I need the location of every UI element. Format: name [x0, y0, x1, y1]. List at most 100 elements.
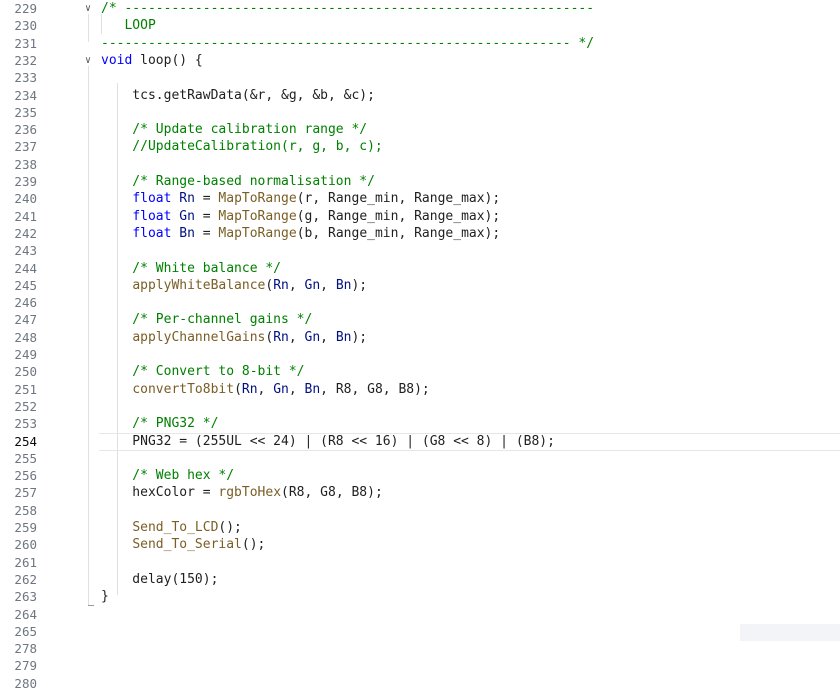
- code-line[interactable]: 253 /* PNG32 */: [0, 415, 840, 432]
- code-token: rgbToHex: [218, 485, 282, 501]
- code-token: //UpdateCalibration(r, g, b, c);: [101, 139, 383, 155]
- fold-chevron-icon[interactable]: ∨: [82, 0, 94, 17]
- code-line[interactable]: 238: [0, 156, 840, 173]
- code-token: /* Range-based normalisation */: [101, 174, 375, 189]
- line-number: 233: [14, 70, 37, 86]
- code-line[interactable]: 248 applyChannelGains(Rn, Gn, Bn);: [0, 329, 840, 346]
- code-text[interactable]: /* Per-channel gains */: [101, 311, 312, 328]
- code-text[interactable]: Send_To_Serial();: [101, 536, 265, 553]
- code-line[interactable]: 233: [0, 69, 840, 86]
- code-text[interactable]: tcs.getRawData(&r, &g, &b, &c);: [101, 87, 375, 104]
- code-text[interactable]: applyWhiteBalance(Rn, Gn, Bn);: [101, 277, 367, 294]
- code-text[interactable]: LOOP: [101, 17, 156, 34]
- code-line[interactable]: 229 ∨ /* ---------------------------------…: [0, 0, 840, 17]
- code-line[interactable]: 239 /* Range-based normalisation */: [0, 173, 840, 190]
- code-text[interactable]: ----------------------------------------…: [101, 35, 594, 52]
- minimap-viewport[interactable]: [740, 624, 840, 641]
- code-text[interactable]: hexColor = rgbToHex(R8, G8, B8);: [101, 484, 382, 501]
- code-line[interactable]: 252: [0, 398, 840, 415]
- code-token: =: [194, 208, 219, 224]
- code-text[interactable]: }: [101, 588, 109, 605]
- code-token: Bn: [304, 381, 321, 397]
- code-token: Rn: [273, 329, 289, 345]
- code-token: LOOP: [101, 18, 156, 34]
- code-line[interactable]: 261: [0, 554, 840, 571]
- code-token: );: [351, 329, 368, 345]
- code-token: Gn: [171, 208, 195, 224]
- code-line[interactable]: 260 Send_To_Serial();: [0, 536, 840, 553]
- code-line[interactable]: 257 hexColor = rgbToHex(R8, G8, B8);: [0, 484, 840, 501]
- line-number: 257: [14, 485, 37, 501]
- code-line[interactable]: 249: [0, 346, 840, 363]
- code-line[interactable]: 258: [0, 502, 840, 519]
- code-line[interactable]: 279: [0, 657, 840, 674]
- code-line[interactable]: 231 -------------------------------------…: [0, 35, 840, 52]
- code-token: Gn: [304, 329, 321, 345]
- code-token: applyChannelGains: [132, 329, 266, 345]
- code-line[interactable]: 245 applyWhiteBalance(Rn, Gn, Bn);: [0, 277, 840, 294]
- code-token: /* PNG32 */: [101, 416, 219, 432]
- code-text[interactable]: float Rn = MapToRange(r, Range_min, Rang…: [101, 190, 500, 207]
- code-editor[interactable]: 229 ∨ /* ---------------------------------…: [0, 0, 840, 700]
- code-line[interactable]: 247 /* Per-channel gains */: [0, 311, 840, 328]
- code-text[interactable]: /* White balance */: [101, 260, 281, 277]
- line-number: 242: [14, 225, 37, 241]
- code-token: Bn: [335, 329, 352, 345]
- code-line[interactable]: 251 convertTo8bit(Rn, Gn, Bn, R8, G8, B8…: [0, 381, 840, 398]
- code-line[interactable]: 263}: [0, 588, 840, 605]
- code-text[interactable]: /* -------------------------------------…: [101, 0, 594, 17]
- code-token: Gn: [304, 277, 321, 293]
- code-line[interactable]: 256 /* Web hex */: [0, 467, 840, 484]
- code-line[interactable]: 280: [0, 675, 840, 692]
- code-token: delay(150);: [101, 571, 219, 587]
- code-line[interactable]: 255: [0, 450, 840, 467]
- code-line[interactable]: 236 /* Update calibration range */: [0, 121, 840, 138]
- code-token: applyWhiteBalance: [132, 277, 266, 293]
- code-text[interactable]: /* Convert to 8-bit */: [101, 363, 304, 380]
- code-line[interactable]: 250 /* Convert to 8-bit */: [0, 363, 840, 380]
- code-line[interactable]: 254 PNG32 = (255UL << 24) | (R8 << 16) |…: [0, 433, 840, 450]
- code-text[interactable]: void loop() {: [101, 52, 203, 69]
- code-line[interactable]: 235: [0, 104, 840, 121]
- code-text[interactable]: /* Web hex */: [101, 467, 234, 484]
- line-number: 229: [14, 1, 37, 16]
- code-text[interactable]: float Gn = MapToRange(g, Range_min, Rang…: [101, 208, 500, 225]
- code-line[interactable]: 265: [0, 623, 840, 640]
- code-text[interactable]: delay(150);: [101, 571, 218, 588]
- code-line[interactable]: 244 /* White balance */: [0, 260, 840, 277]
- code-line[interactable]: 237 //UpdateCalibration(r, g, b, c);: [0, 138, 840, 155]
- code-line[interactable]: 262 delay(150);: [0, 571, 840, 588]
- code-line[interactable]: 259 Send_To_LCD();: [0, 519, 840, 536]
- code-line[interactable]: 278: [0, 640, 840, 657]
- code-text[interactable]: /* Range-based normalisation */: [101, 173, 375, 190]
- code-token: (g, Range_min, Range_max);: [296, 208, 501, 224]
- code-line[interactable]: 242 float Bn = MapToRange(b, Range_min, …: [0, 225, 840, 242]
- code-line[interactable]: 264: [0, 606, 840, 623]
- code-token: Rn: [171, 191, 195, 207]
- line-number: 264: [14, 606, 37, 622]
- code-line[interactable]: 234 tcs.getRawData(&r, &g, &b, &c);: [0, 87, 840, 104]
- line-number: 239: [14, 174, 37, 189]
- code-line[interactable]: 230 LOOP: [0, 17, 840, 34]
- code-line[interactable]: 232 ∨ void loop() {: [0, 52, 840, 69]
- code-text[interactable]: /* Update calibration range */: [101, 121, 367, 138]
- code-line[interactable]: 246: [0, 294, 840, 311]
- code-token: hexColor =: [101, 485, 219, 501]
- fold-chevron-icon[interactable]: ∨: [82, 52, 94, 69]
- code-text[interactable]: /* PNG32 */: [101, 415, 218, 432]
- code-line[interactable]: 243: [0, 242, 840, 259]
- code-text[interactable]: applyChannelGains(Rn, Gn, Bn);: [101, 329, 367, 346]
- code-token: loop() {: [132, 52, 203, 68]
- code-text[interactable]: //UpdateCalibration(r, g, b, c);: [101, 138, 383, 155]
- code-text[interactable]: float Bn = MapToRange(b, Range_min, Rang…: [101, 225, 500, 242]
- code-text[interactable]: convertTo8bit(Rn, Gn, Bn, R8, G8, B8);: [101, 381, 429, 398]
- code-token: ,: [320, 277, 336, 293]
- code-token: Rn: [241, 381, 258, 397]
- code-text[interactable]: Send_To_LCD();: [101, 519, 242, 536]
- code-line[interactable]: 240 float Rn = MapToRange(r, Range_min, …: [0, 190, 840, 207]
- code-line[interactable]: 241 float Gn = MapToRange(g, Range_min, …: [0, 208, 840, 225]
- code-text[interactable]: PNG32 = (255UL << 24) | (R8 << 16) | (G8…: [101, 433, 555, 450]
